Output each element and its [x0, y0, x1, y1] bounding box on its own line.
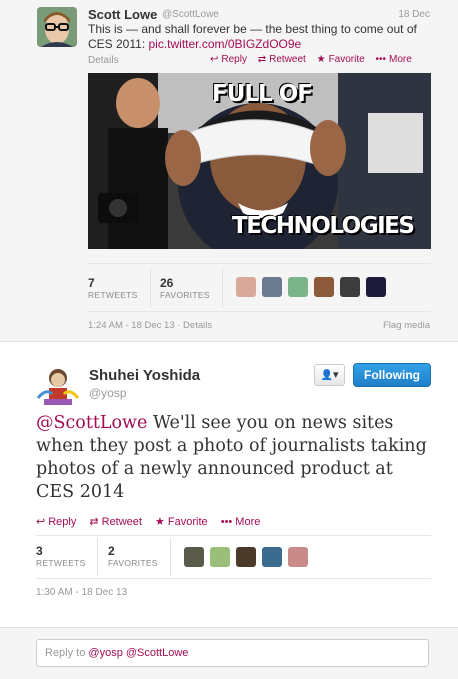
favorites-label: FAVORITES — [160, 290, 210, 300]
stat-divider — [170, 538, 171, 576]
reply-icon: ↩ — [210, 54, 219, 65]
more-label: More — [389, 54, 412, 65]
favoriter-avatar[interactable] — [314, 277, 334, 297]
favoriter-avatar[interactable] — [236, 277, 256, 297]
retweets-label: RETWEETS — [88, 290, 138, 300]
divider — [88, 311, 431, 312]
user-actions-button[interactable]: 👤▾ — [314, 364, 345, 386]
retweet-count[interactable]: 3 — [36, 544, 43, 558]
reply-mentions: @yosp @ScottLowe — [88, 647, 189, 659]
star-icon: ★ — [155, 516, 165, 528]
favoriter-avatar[interactable] — [184, 547, 204, 567]
more-icon: ••• — [375, 54, 386, 65]
stat-divider — [222, 268, 223, 308]
avatar[interactable] — [37, 7, 77, 47]
more-button[interactable]: ••• More — [375, 54, 411, 65]
favoriter-avatar[interactable] — [262, 277, 282, 297]
author-handle[interactable]: @yosp — [89, 386, 127, 400]
reply-button[interactable]: ↩ Reply — [210, 54, 247, 65]
favoriter-avatar[interactable] — [288, 547, 308, 567]
divider — [36, 578, 431, 579]
favorite-count[interactable]: 26 — [160, 276, 173, 290]
tweet-actions: ↩ Reply ⇄ Retweet ★ Favorite ••• More — [36, 515, 270, 528]
retweet-button[interactable]: ⇄ Retweet — [258, 54, 306, 65]
stat-divider — [150, 268, 151, 308]
favoriter-avatar[interactable] — [262, 547, 282, 567]
divider — [88, 263, 431, 264]
star-icon: ★ — [316, 54, 326, 65]
favorites-label: FAVORITES — [108, 558, 158, 568]
reply-input[interactable]: Reply to @yosp @ScottLowe — [36, 639, 429, 667]
reply-icon: ↩ — [36, 516, 46, 528]
more-icon: ••• — [220, 516, 233, 528]
author-name[interactable]: Scott Lowe — [88, 7, 157, 22]
tweet-actions: ↩ Reply ⇄ Retweet ★ Favorite ••• More — [210, 54, 420, 65]
retweet-count[interactable]: 7 — [88, 276, 95, 290]
tweet-timestamp[interactable]: 1:24 AM - 18 Dec 13 · Details — [88, 320, 212, 331]
photo-caption-top: FULL OF — [212, 81, 313, 107]
following-button[interactable]: Following — [353, 363, 431, 387]
author-handle[interactable]: @ScottLowe — [162, 9, 219, 20]
divider — [36, 535, 431, 536]
flag-media-link[interactable]: Flag media — [383, 320, 430, 331]
favorite-count[interactable]: 2 — [108, 544, 115, 558]
reply-label: Reply — [221, 54, 247, 65]
favorite-label: Favorite — [328, 54, 365, 65]
user-icon: 👤 — [320, 370, 333, 381]
retweet-icon: ⇄ — [257, 54, 267, 65]
favoriter-avatar[interactable] — [288, 277, 308, 297]
favoriter-avatar[interactable] — [236, 547, 256, 567]
chevron-down-icon: ▾ — [332, 369, 339, 381]
details-link[interactable]: Details — [88, 55, 119, 66]
retweet-label: Retweet — [269, 54, 306, 65]
reply-label: Reply — [48, 516, 77, 528]
pic-link[interactable]: pic.twitter.com/0BIGZdOO9e — [148, 37, 301, 51]
tweet-text: @ScottLowe We'll see you on news sites w… — [36, 412, 436, 504]
retweets-label: RETWEETS — [36, 558, 86, 568]
favorite-label: Favorite — [167, 516, 208, 528]
favoriter-avatar[interactable] — [366, 277, 386, 297]
tweet-text: This is — and shall forever be — the bes… — [88, 22, 428, 52]
author-name[interactable]: Shuhei Yoshida — [89, 367, 200, 384]
favoriter-avatar[interactable] — [340, 277, 360, 297]
tweet-date[interactable]: 18 Dec — [398, 9, 430, 20]
favoriter-avatar[interactable] — [210, 547, 230, 567]
tweet-scott-lowe: Scott Lowe @ScottLowe 18 Dec This is — a… — [0, 0, 458, 342]
more-label: More — [235, 516, 261, 528]
photo-caption-bottom: TECHNOLOGIES — [232, 213, 415, 239]
retweet-icon: ⇄ — [89, 516, 99, 528]
reply-area: Reply to @yosp @ScottLowe — [0, 627, 458, 679]
mention-link[interactable]: @ScottLowe — [36, 413, 147, 433]
reply-button[interactable]: ↩ Reply — [36, 516, 76, 528]
more-button[interactable]: ••• More — [221, 516, 261, 528]
favorite-button[interactable]: ★ Favorite — [317, 54, 365, 65]
retweet-button[interactable]: ⇄ Retweet — [89, 516, 142, 528]
favorite-button[interactable]: ★ Favorite — [155, 516, 208, 528]
tweet-timestamp[interactable]: 1:30 AM - 18 Dec 13 — [36, 587, 127, 598]
stat-divider — [97, 538, 98, 576]
tweet-shuhei-yoshida: Shuhei Yoshida @yosp 👤▾ Following @Scott… — [0, 342, 458, 627]
tweet-photo[interactable]: FULL OF TECHNOLOGIES — [88, 73, 431, 249]
avatar[interactable] — [36, 364, 80, 408]
reply-prefix: Reply to — [45, 647, 89, 659]
retweet-label: Retweet — [101, 516, 142, 528]
